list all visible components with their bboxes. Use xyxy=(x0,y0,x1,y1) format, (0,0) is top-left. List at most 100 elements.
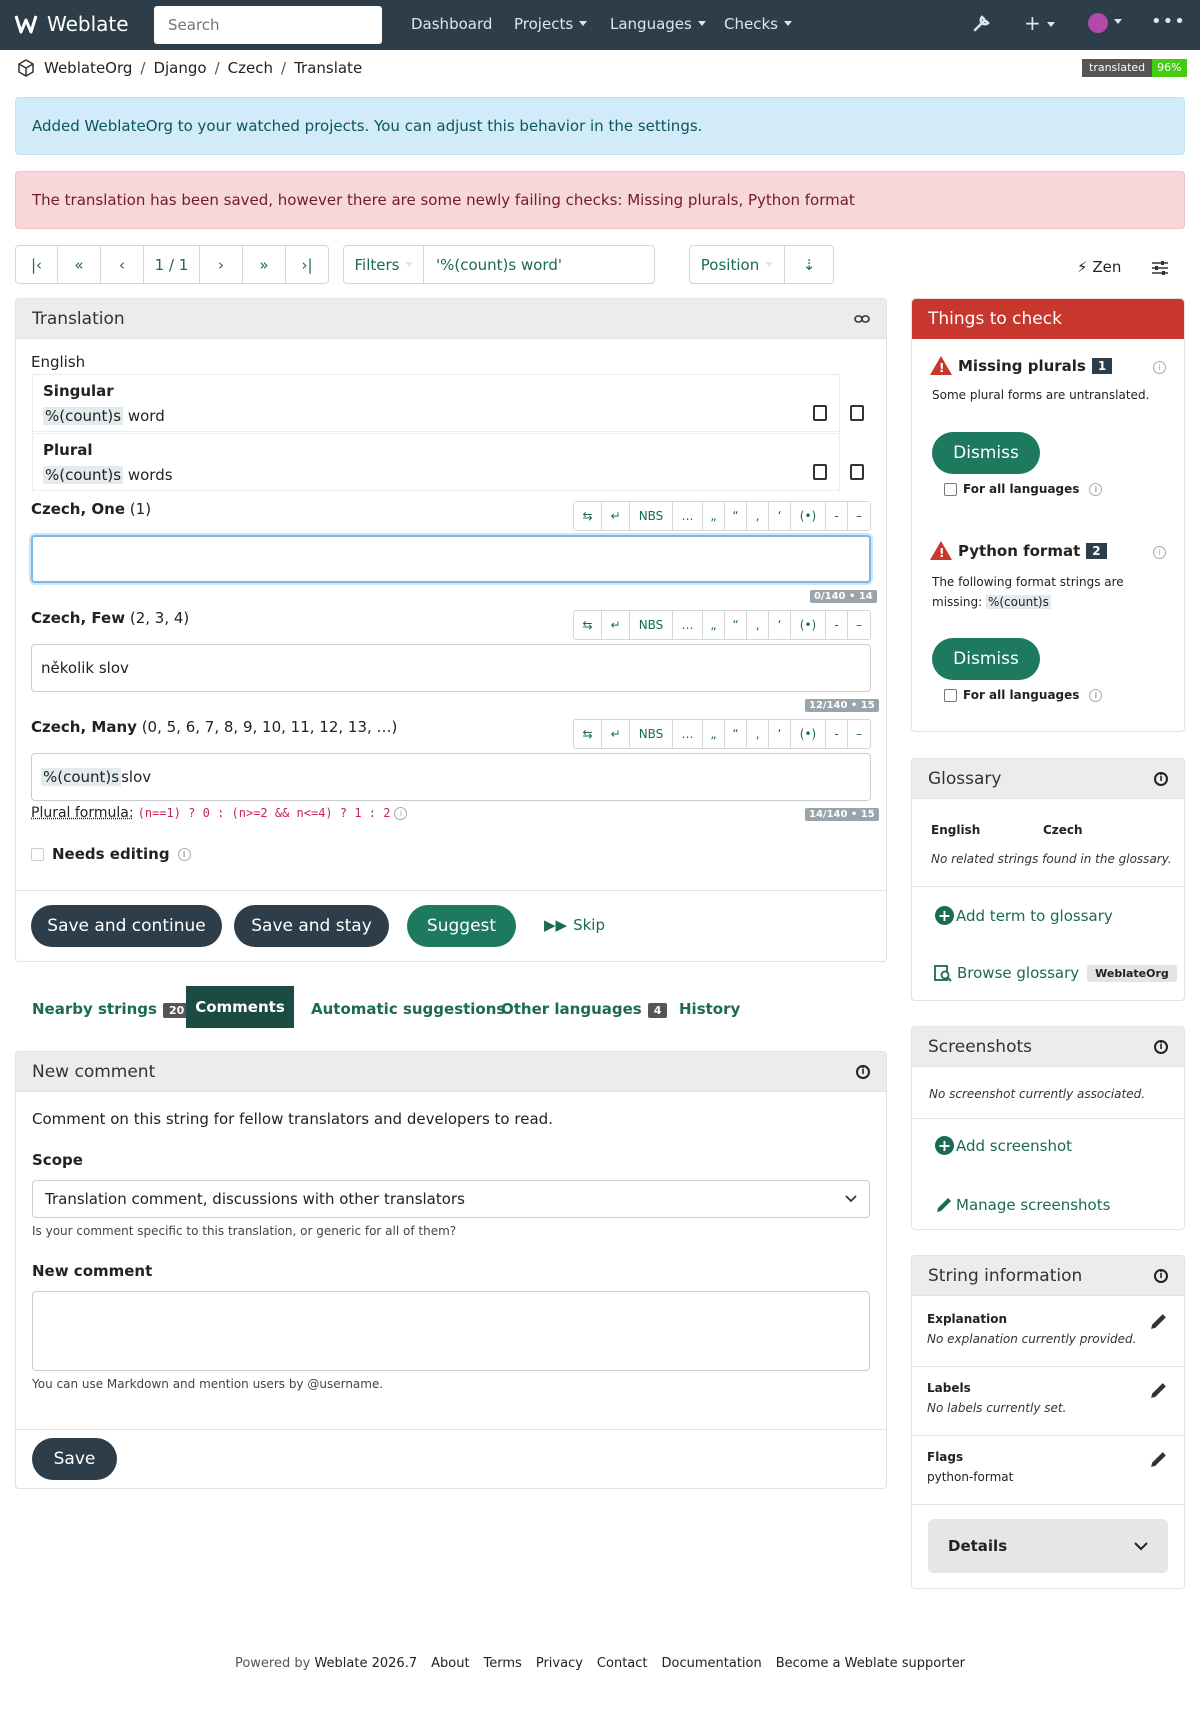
manage-screenshots-link[interactable]: Manage screenshots xyxy=(935,1195,1110,1214)
translation-input-few[interactable]: několik slov xyxy=(31,644,871,692)
filters-dropdown[interactable]: Filters xyxy=(344,246,424,283)
check-help-icon[interactable]: i xyxy=(1153,546,1166,559)
nav-dashboard[interactable]: Dashboard xyxy=(411,15,492,33)
translation-input-one[interactable] xyxy=(31,535,871,583)
char-button[interactable]: NBS xyxy=(630,720,673,748)
needs-editing-box[interactable] xyxy=(31,847,44,861)
breadcrumb-component[interactable]: Django xyxy=(153,59,206,77)
info-icon[interactable]: i xyxy=(856,1064,870,1079)
char-button[interactable]: ‘ xyxy=(769,611,791,639)
more-menu-icon[interactable]: ••• xyxy=(1151,11,1186,32)
char-button[interactable]: … xyxy=(673,720,703,748)
char-button[interactable]: … xyxy=(673,502,703,530)
details-toggle[interactable]: Details xyxy=(928,1519,1168,1573)
suggest-button[interactable]: Suggest xyxy=(407,905,516,947)
char-button[interactable]: – xyxy=(848,502,870,530)
char-button[interactable]: ‘ xyxy=(769,720,791,748)
footer-terms-link[interactable]: Terms xyxy=(484,1656,522,1671)
char-button[interactable]: ‚ xyxy=(747,502,769,530)
for-all-languages-checkbox[interactable]: For all languages i xyxy=(944,688,1103,702)
wrench-icon[interactable] xyxy=(972,13,992,33)
char-button[interactable]: NBS xyxy=(630,611,673,639)
help-icon[interactable]: i xyxy=(177,847,191,861)
edit-flags-pencil-icon[interactable] xyxy=(1149,1449,1169,1469)
save-stay-button[interactable]: Save and stay xyxy=(234,905,389,947)
tab-nearby-strings[interactable]: Nearby strings 20 xyxy=(32,1000,191,1018)
fast-forward-button[interactable]: » xyxy=(243,246,286,283)
breadcrumb-project[interactable]: WeblateOrg xyxy=(44,59,132,77)
for-all-languages-box[interactable] xyxy=(944,688,957,702)
info-icon[interactable]: i xyxy=(1154,1039,1168,1054)
char-button[interactable]: ‚ xyxy=(747,720,769,748)
first-string-button[interactable]: |‹ xyxy=(16,246,58,283)
copy-icon[interactable] xyxy=(813,405,827,421)
zen-mode-button[interactable]: ⚡ Zen xyxy=(1077,258,1121,276)
previous-button[interactable]: ‹ xyxy=(101,246,144,283)
rtl-toggle-icon[interactable]: ⇆ xyxy=(574,720,602,748)
tab-automatic-suggestions[interactable]: Automatic suggestions xyxy=(311,1000,505,1018)
edit-labels-pencil-icon[interactable] xyxy=(1149,1380,1169,1400)
nav-languages[interactable]: Languages xyxy=(610,15,706,33)
info-icon[interactable]: i xyxy=(1154,1268,1168,1283)
dismiss-button[interactable]: Dismiss xyxy=(932,432,1040,474)
newline-char-button[interactable]: ↵ xyxy=(602,502,630,530)
user-avatar[interactable] xyxy=(1088,13,1122,33)
nav-projects[interactable]: Projects xyxy=(514,15,587,33)
char-button[interactable]: … xyxy=(673,611,703,639)
help-icon[interactable]: i xyxy=(394,806,408,820)
next-button[interactable]: › xyxy=(200,246,243,283)
sort-dropdown[interactable]: Position xyxy=(690,246,785,283)
search-input[interactable] xyxy=(154,6,382,44)
link-icon[interactable] xyxy=(854,314,870,324)
char-button[interactable]: (•) xyxy=(791,611,826,639)
info-icon[interactable]: i xyxy=(1154,771,1168,786)
breadcrumb-language[interactable]: Czech xyxy=(228,59,273,77)
newline-char-button[interactable]: ↵ xyxy=(602,720,630,748)
help-icon[interactable]: i xyxy=(1089,482,1103,496)
check-help-icon[interactable]: i xyxy=(1153,361,1166,374)
settings-sliders-icon[interactable] xyxy=(1151,260,1169,276)
search-query-input[interactable]: '%(count)s word' xyxy=(423,245,655,284)
footer-supporter-link[interactable]: Become a Weblate supporter xyxy=(776,1656,965,1671)
char-button[interactable]: “ xyxy=(725,502,747,530)
char-button[interactable]: „ xyxy=(703,611,725,639)
translation-input-many[interactable]: %(count)s slov xyxy=(31,753,871,801)
char-button[interactable]: ‚ xyxy=(747,611,769,639)
rtl-toggle-icon[interactable]: ⇆ xyxy=(574,502,602,530)
dismiss-button[interactable]: Dismiss xyxy=(932,638,1040,680)
for-all-languages-box[interactable] xyxy=(944,482,957,496)
copy-icon[interactable] xyxy=(813,464,827,480)
browse-glossary-link[interactable]: Browse glossary WeblateOrg xyxy=(933,963,1177,983)
add-menu-icon[interactable]: + xyxy=(1024,11,1055,35)
footer-docs-link[interactable]: Documentation xyxy=(662,1656,762,1671)
brand-logo[interactable]: Weblate xyxy=(13,12,129,36)
edit-explanation-pencil-icon[interactable] xyxy=(1149,1311,1169,1331)
needs-editing-checkbox[interactable]: Needs editing i xyxy=(31,845,191,863)
sort-direction-icon[interactable]: ⇣ xyxy=(785,246,833,283)
char-button[interactable]: - xyxy=(826,611,848,639)
comment-textarea[interactable] xyxy=(32,1291,870,1371)
char-button[interactable]: „ xyxy=(703,502,725,530)
footer-contact-link[interactable]: Contact xyxy=(597,1656,648,1671)
footer-privacy-link[interactable]: Privacy xyxy=(536,1656,583,1671)
char-button[interactable]: - xyxy=(826,502,848,530)
nav-checks[interactable]: Checks xyxy=(724,15,792,33)
tab-comments[interactable]: Comments xyxy=(186,986,294,1028)
newline-char-button[interactable]: ↵ xyxy=(602,611,630,639)
help-icon[interactable]: i xyxy=(1089,688,1103,702)
footer-about-link[interactable]: About xyxy=(431,1656,469,1671)
char-button[interactable]: ‘ xyxy=(769,502,791,530)
scope-select[interactable]: Translation comment, discussions with ot… xyxy=(32,1180,870,1218)
save-continue-button[interactable]: Save and continue xyxy=(31,905,222,947)
clone-to-translation-icon[interactable] xyxy=(850,464,864,480)
add-term-link[interactable]: + Add term to glossary xyxy=(935,906,1113,925)
add-screenshot-link[interactable]: + Add screenshot xyxy=(935,1136,1072,1155)
char-button[interactable]: „ xyxy=(703,720,725,748)
char-button[interactable]: (•) xyxy=(791,720,826,748)
skip-button[interactable]: ▶▶ Skip xyxy=(544,916,605,934)
char-button[interactable]: – xyxy=(848,611,870,639)
tab-other-languages[interactable]: Other languages 4 xyxy=(501,1000,668,1018)
translation-progress-badge[interactable]: translated 96% xyxy=(1082,59,1187,77)
last-string-button[interactable]: ›| xyxy=(286,246,328,283)
char-button[interactable]: “ xyxy=(725,720,747,748)
